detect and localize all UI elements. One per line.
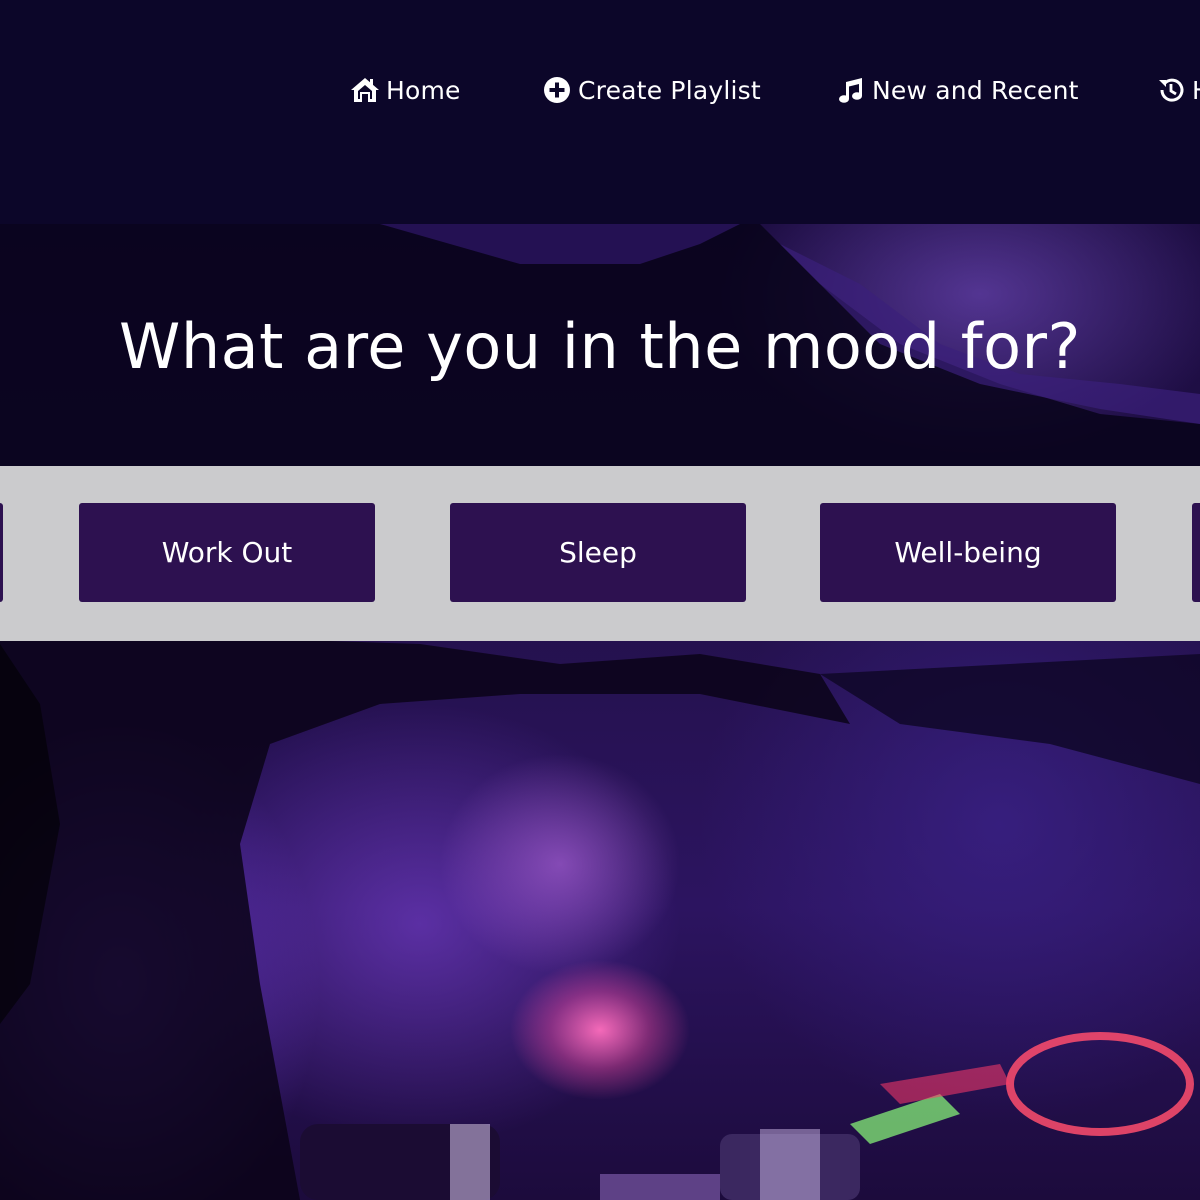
mood-button-well-being[interactable]: Well-being — [820, 503, 1116, 602]
mood-button[interactable] — [1192, 503, 1200, 602]
mood-button[interactable] — [0, 503, 3, 602]
nav-item-history[interactable]: H — [1156, 72, 1200, 108]
music-note-icon — [836, 75, 866, 105]
top-navigation-bar: Home Create Playlist New and Recent — [0, 0, 1200, 224]
hero-section: What are you in the mood for? Work Out S… — [0, 224, 1200, 1200]
mood-selector-strip: Work Out Sleep Well-being — [0, 466, 1200, 641]
mood-button-work-out[interactable]: Work Out — [79, 503, 375, 602]
plus-circle-icon — [542, 75, 572, 105]
nav-item-label: New and Recent — [872, 75, 1079, 105]
history-icon — [1156, 75, 1186, 105]
page: Home Create Playlist New and Recent What… — [0, 0, 1200, 1200]
nav-item-create-playlist[interactable]: Create Playlist — [542, 72, 761, 108]
nav-item-new-and-recent[interactable]: New and Recent — [836, 72, 1079, 108]
mood-button-sleep[interactable]: Sleep — [450, 503, 746, 602]
hero-title: What are you in the mood for? — [119, 310, 1081, 383]
nav-item-label: H — [1192, 76, 1200, 105]
nav-item-label: Home — [386, 75, 461, 105]
home-icon — [350, 75, 380, 105]
main-nav: Home Create Playlist New and Recent — [0, 72, 1200, 108]
nav-item-home[interactable]: Home — [350, 72, 461, 108]
nav-item-label: Create Playlist — [578, 75, 761, 105]
